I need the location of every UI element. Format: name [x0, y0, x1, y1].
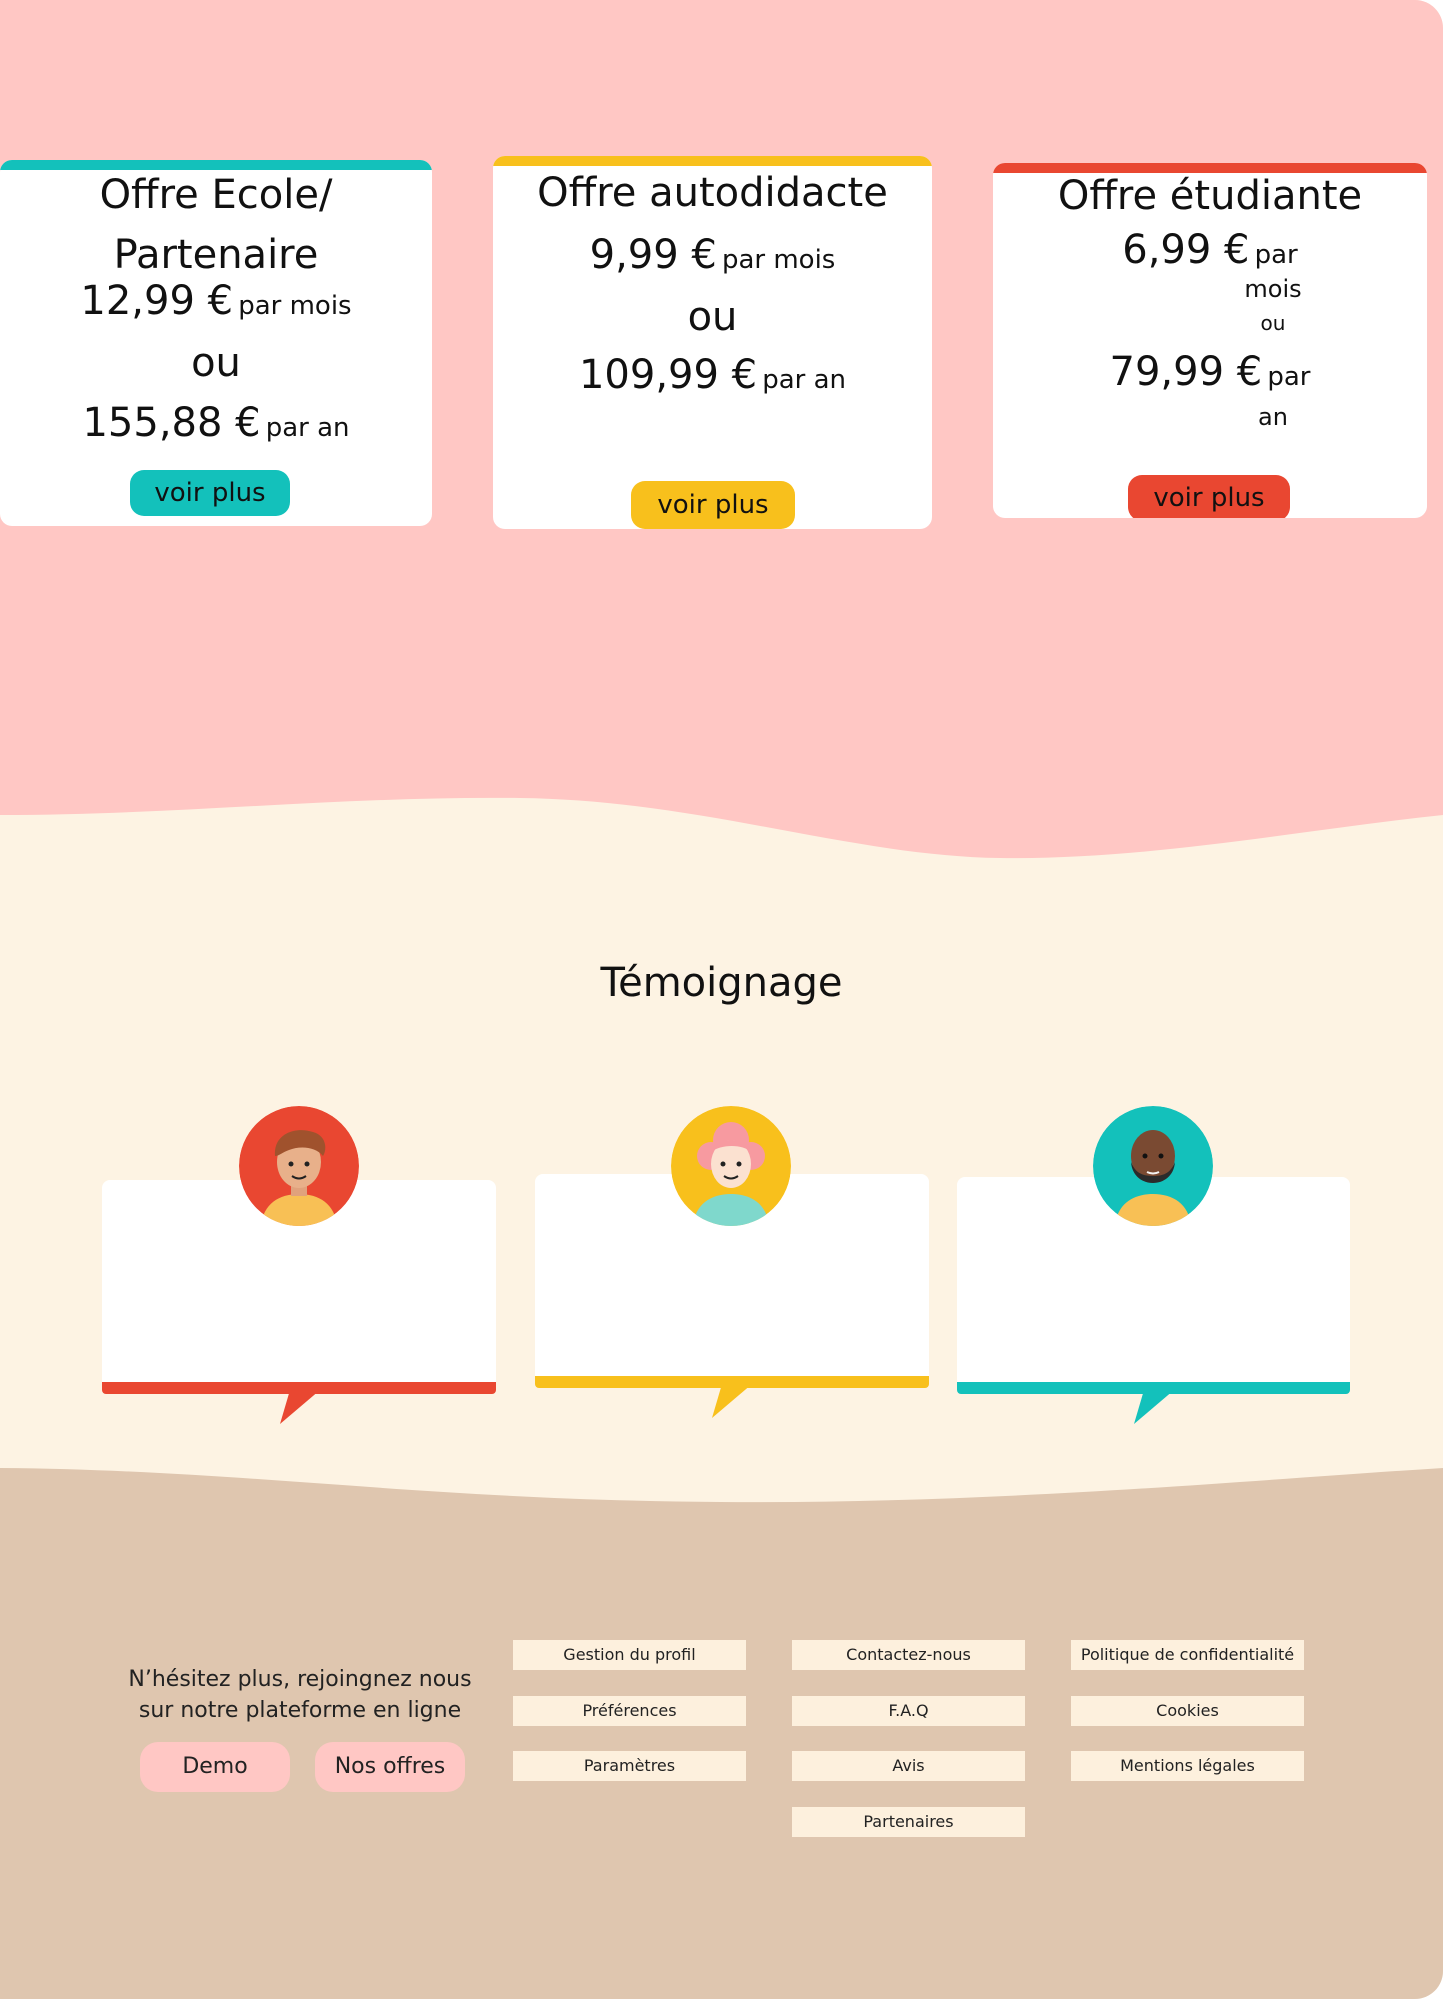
footer-link-contact[interactable]: Contactez-nous: [792, 1640, 1025, 1670]
monthly-suffix: par mois: [238, 291, 352, 321]
offer-card-school: Offre Ecole/ Partenaire 12,99 € par mois…: [0, 160, 432, 526]
offer-title-line1: Offre étudiante: [1057, 173, 1363, 219]
offer-title-line2: Partenaire: [113, 232, 319, 278]
offer-title-line1: Offre autodidacte: [537, 170, 888, 216]
offer-card-student: Offre étudiante 6,99 € par mois ou 79,99…: [993, 163, 1427, 518]
offer-yearly: 109,99 € par an: [493, 352, 932, 398]
yearly-suffix: par an: [762, 365, 847, 395]
footer-link-privacy-policy[interactable]: Politique de confidentialité: [1071, 1640, 1304, 1670]
footer-cta-text: N’hésitez plus, rejoingnez nous sur notr…: [120, 1664, 480, 1726]
speech-bubble-tail: [280, 1390, 320, 1424]
footer-link-profile-management[interactable]: Gestion du profil: [513, 1640, 746, 1670]
offer-title-line1: Offre Ecole/: [99, 172, 333, 218]
offer-card-accent-bar: [0, 160, 432, 170]
footer-link-partners[interactable]: Partenaires: [792, 1807, 1025, 1837]
offer-monthly: 9,99 € par mois: [493, 232, 932, 278]
our-offers-button[interactable]: Nos offres: [315, 1742, 465, 1792]
footer-cta-line1: N’hésitez plus, rejoingnez nous: [128, 1667, 472, 1692]
offer-monthly: 12,99 € par mois: [0, 278, 432, 324]
bearded-man-avatar-icon: [1093, 1106, 1213, 1226]
yearly-price: 79,99 €: [1109, 349, 1263, 395]
offer-card-self-taught: Offre autodidacte 9,99 € par mois ou 109…: [493, 156, 932, 529]
footer-link-legal-notice[interactable]: Mentions légales: [1071, 1751, 1304, 1781]
yearly-price: 155,88 €: [82, 400, 261, 446]
footer-link-faq[interactable]: F.A.Q: [792, 1696, 1025, 1726]
monthly-suffix: par: [1254, 240, 1298, 270]
see-more-button[interactable]: voir plus: [631, 481, 795, 529]
or-label: ou: [687, 294, 738, 340]
yearly-suffix-continued: an: [1258, 403, 1288, 431]
footer-link-settings[interactable]: Paramètres: [513, 1751, 746, 1781]
or-label: ou: [1260, 311, 1286, 335]
woman-avatar-icon: [671, 1106, 791, 1226]
yearly-suffix: par an: [265, 413, 350, 443]
monthly-suffix-continued: mois: [1244, 275, 1302, 303]
footer-link-cookies[interactable]: Cookies: [1071, 1696, 1304, 1726]
yearly-price: 109,99 €: [578, 352, 758, 398]
monthly-price: 6,99 €: [1122, 227, 1250, 273]
demo-button[interactable]: Demo: [140, 1742, 290, 1792]
monthly-price: 9,99 €: [589, 232, 717, 278]
offer-monthly: 6,99 € par: [993, 227, 1427, 273]
man-avatar-icon: [239, 1106, 359, 1226]
speech-bubble-tail: [1134, 1390, 1174, 1424]
offer-yearly: 79,99 € par: [993, 349, 1427, 395]
footer-link-preferences[interactable]: Préférences: [513, 1696, 746, 1726]
offer-card-accent-bar: [493, 156, 932, 166]
or-label: ou: [191, 340, 241, 386]
footer-cta-line2: sur notre plateforme en ligne: [138, 1698, 462, 1723]
offer-card-accent-bar: [993, 163, 1427, 173]
page: Offre Ecole/ Partenaire 12,99 € par mois…: [0, 0, 1443, 1999]
see-more-button[interactable]: voir plus: [130, 470, 290, 516]
monthly-suffix: par mois: [721, 245, 836, 275]
testimonials-title: Témoignage: [600, 960, 843, 1006]
footer-link-reviews[interactable]: Avis: [792, 1751, 1025, 1781]
monthly-price: 12,99 €: [80, 278, 234, 324]
yearly-suffix: par: [1267, 362, 1311, 392]
speech-bubble-tail: [712, 1384, 752, 1418]
see-more-button[interactable]: voir plus: [1128, 475, 1290, 518]
offer-yearly: 155,88 € par an: [0, 400, 432, 446]
